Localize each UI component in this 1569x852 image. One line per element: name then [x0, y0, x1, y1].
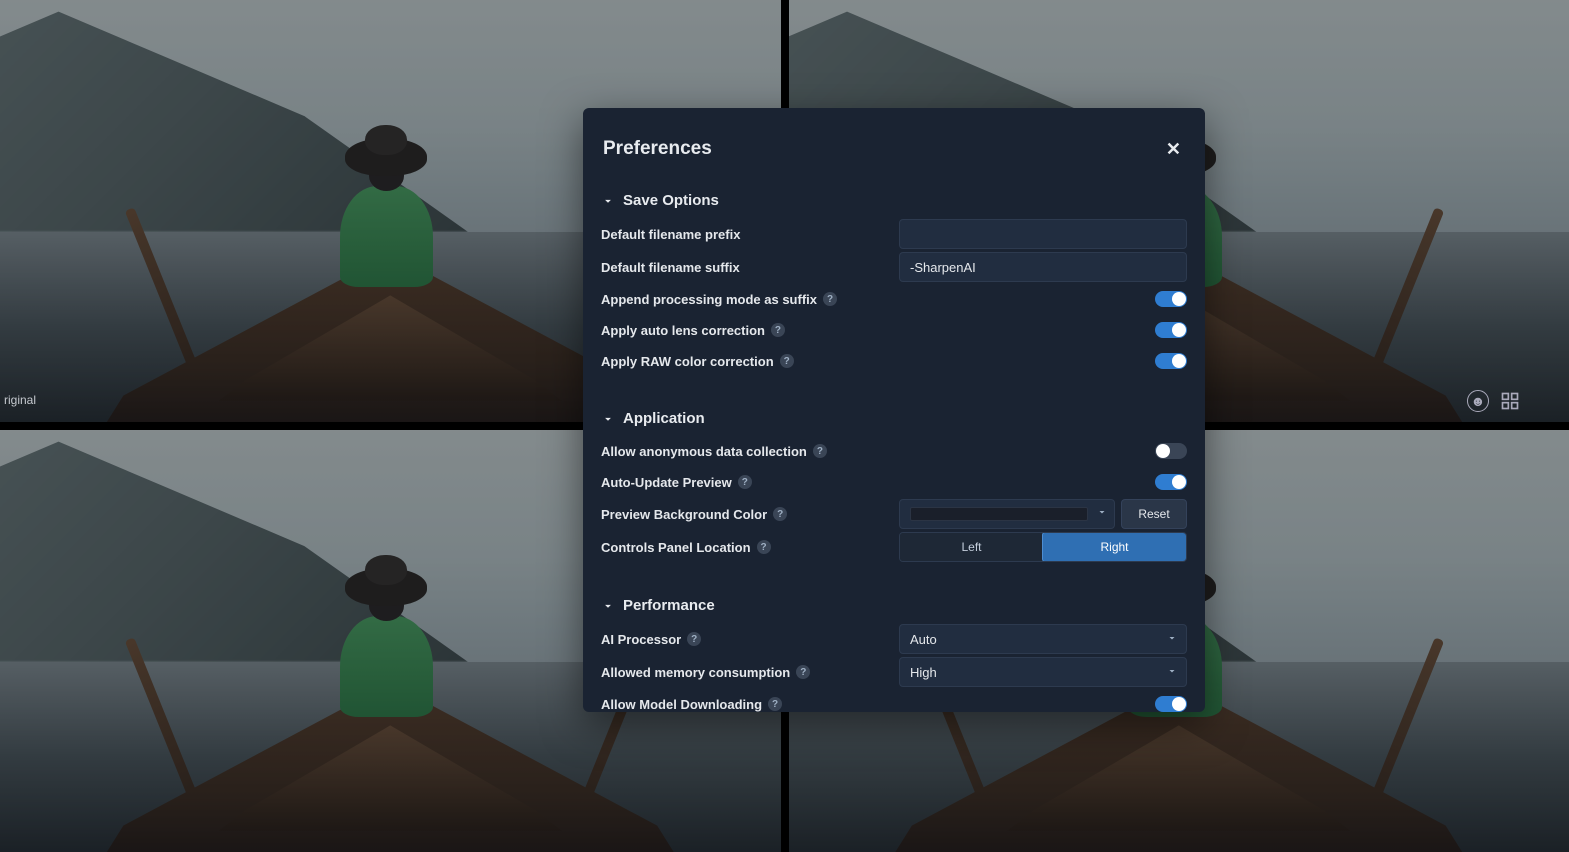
bg-color-select[interactable] [899, 499, 1115, 529]
ai-processor-value: Auto [910, 632, 937, 647]
ai-processor-select[interactable]: Auto [899, 624, 1187, 654]
chevron-down-icon [1096, 505, 1108, 523]
help-icon[interactable]: ? [796, 665, 810, 679]
lens-correction-toggle[interactable] [1155, 322, 1187, 338]
close-icon[interactable]: ✕ [1162, 136, 1185, 162]
panel-right-option[interactable]: Right [1042, 532, 1187, 562]
dialog-title: Preferences [603, 138, 712, 160]
chevron-down-icon [601, 194, 615, 208]
help-icon[interactable]: ? [823, 292, 837, 306]
suffix-label: Default filename suffix [601, 260, 740, 275]
prefix-label: Default filename prefix [601, 227, 740, 242]
section-application[interactable]: Application [601, 410, 1187, 427]
anon-data-toggle[interactable] [1155, 443, 1187, 459]
lens-correction-label: Apply auto lens correction [601, 323, 765, 338]
raw-correction-label: Apply RAW color correction [601, 354, 774, 369]
raw-correction-toggle[interactable] [1155, 353, 1187, 369]
original-label: riginal [4, 393, 36, 407]
panel-location-segment: Left Right [899, 532, 1187, 562]
memory-value: High [910, 665, 937, 680]
model-download-toggle[interactable] [1155, 696, 1187, 712]
chevron-down-icon [601, 599, 615, 613]
help-icon[interactable]: ? [780, 354, 794, 368]
help-icon[interactable]: ? [757, 540, 771, 554]
section-app-title: Application [623, 410, 705, 427]
memory-select[interactable]: High [899, 657, 1187, 687]
ai-processor-label: AI Processor [601, 632, 681, 647]
help-icon[interactable]: ? [768, 697, 782, 711]
bg-color-label: Preview Background Color [601, 507, 767, 522]
append-mode-toggle[interactable] [1155, 291, 1187, 307]
prefix-input[interactable] [899, 219, 1187, 249]
help-icon[interactable]: ? [687, 632, 701, 646]
help-icon[interactable]: ? [771, 323, 785, 337]
section-save-title: Save Options [623, 192, 719, 209]
reset-button[interactable]: Reset [1121, 499, 1187, 529]
chevron-down-icon [601, 412, 615, 426]
chevron-down-icon [1166, 632, 1178, 647]
chevron-down-icon [1166, 665, 1178, 680]
preferences-dialog: Preferences ✕ Save Options Default filen… [583, 108, 1205, 712]
section-save-options[interactable]: Save Options [601, 192, 1187, 209]
memory-label: Allowed memory consumption [601, 665, 790, 680]
panel-location-label: Controls Panel Location [601, 540, 751, 555]
color-swatch [910, 507, 1088, 521]
auto-update-label: Auto-Update Preview [601, 475, 732, 490]
append-mode-label: Append processing mode as suffix [601, 292, 817, 307]
help-icon[interactable]: ? [773, 507, 787, 521]
model-download-label: Allow Model Downloading [601, 697, 762, 712]
face-detect-icon[interactable]: ☻ [1467, 390, 1489, 412]
grid-view-icon[interactable] [1499, 390, 1521, 412]
anon-data-label: Allow anonymous data collection [601, 444, 807, 459]
section-performance[interactable]: Performance [601, 597, 1187, 614]
panel-left-option[interactable]: Left [900, 533, 1043, 561]
section-perf-title: Performance [623, 597, 715, 614]
help-icon[interactable]: ? [738, 475, 752, 489]
suffix-input[interactable] [899, 252, 1187, 282]
help-icon[interactable]: ? [813, 444, 827, 458]
auto-update-toggle[interactable] [1155, 474, 1187, 490]
